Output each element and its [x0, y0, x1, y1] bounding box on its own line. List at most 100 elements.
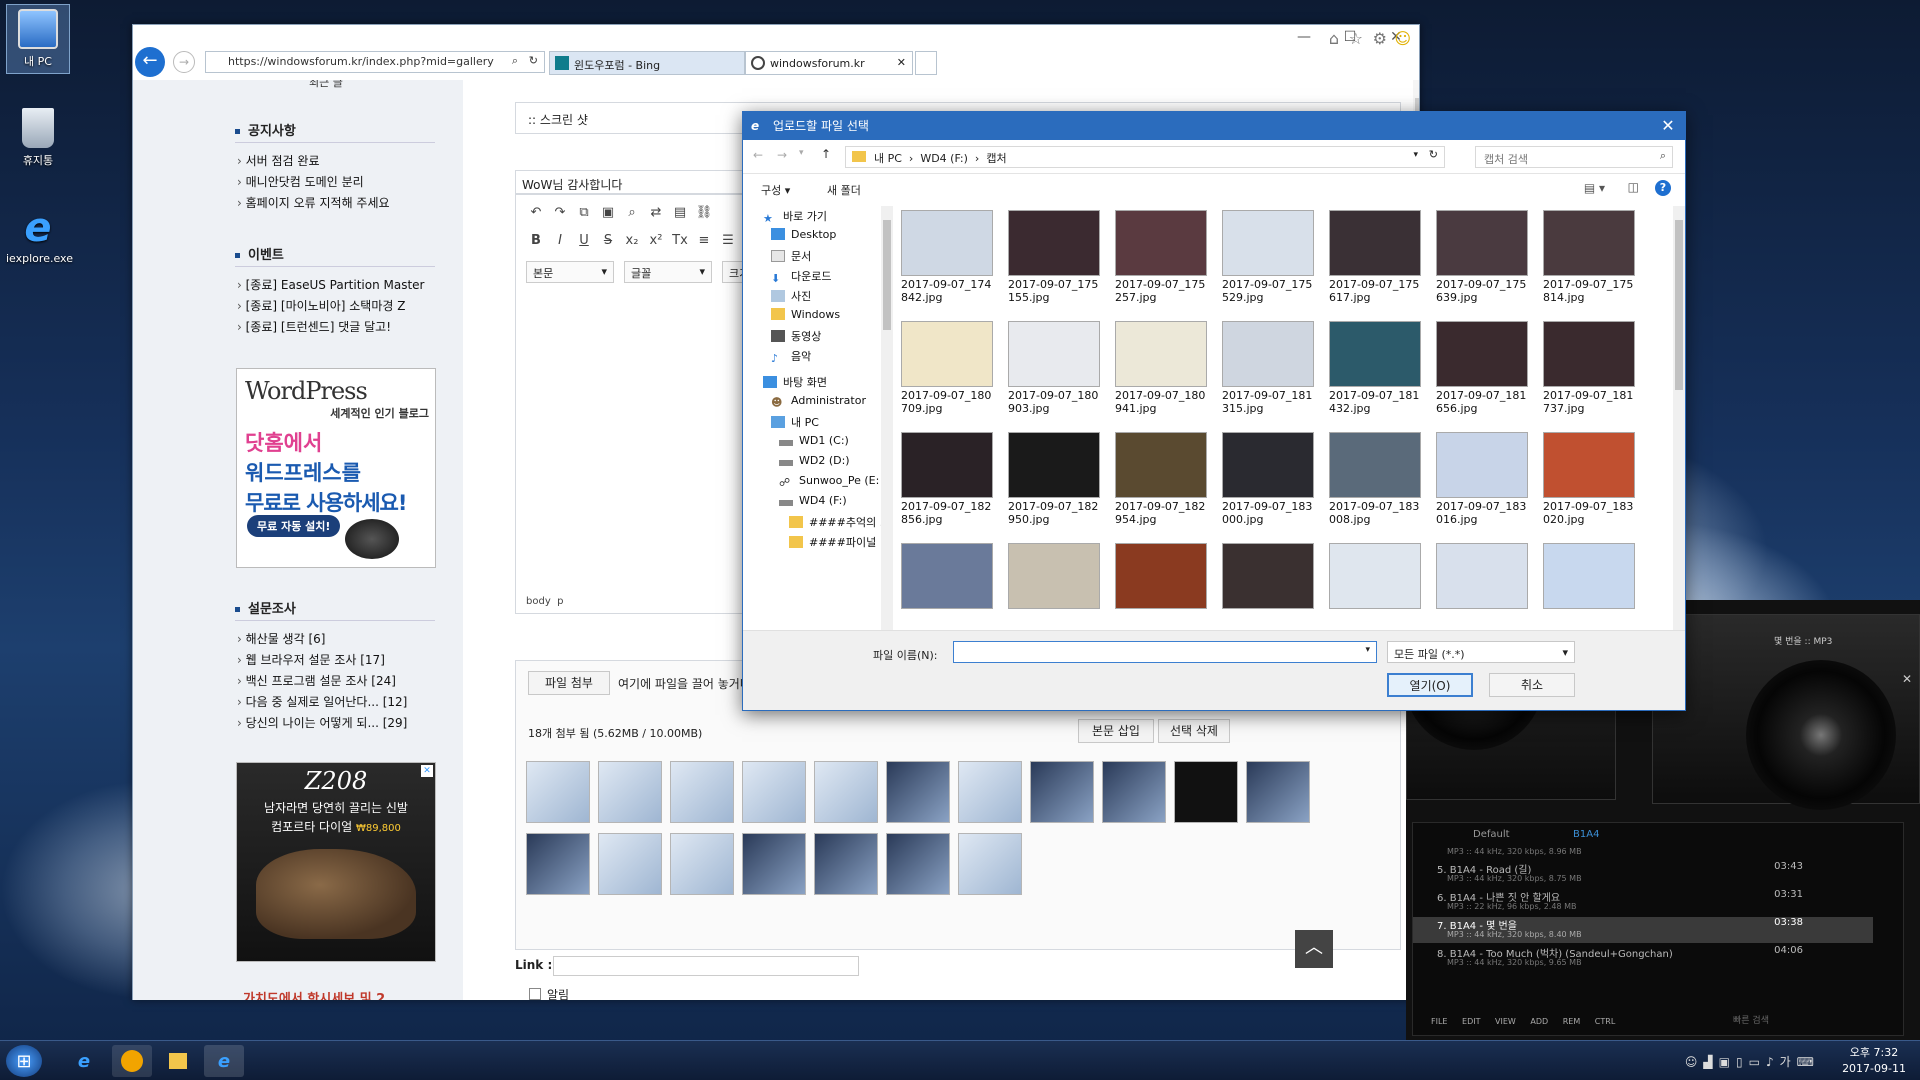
template-icon[interactable]: ▤: [670, 203, 690, 223]
favorites-icon[interactable]: ☆: [1349, 29, 1363, 48]
attachment-thumb[interactable]: [814, 761, 878, 823]
tree-scrollbar[interactable]: [881, 206, 893, 630]
taskbar-ie-pinned[interactable]: e: [64, 1045, 104, 1077]
organize-button[interactable]: 구성 ▾: [761, 182, 790, 198]
italic-icon[interactable]: I: [550, 231, 570, 251]
view-options-icon[interactable]: ▤ ▾: [1584, 181, 1605, 195]
file-item[interactable]: 2017-09-07_183 020.jpg: [1543, 432, 1643, 526]
poll-item[interactable]: 웹 브라우저 설문 조사 [17]: [237, 651, 385, 668]
insert-button[interactable]: 본문 삽입: [1078, 719, 1154, 743]
ad-close-icon[interactable]: ✕: [421, 765, 433, 777]
attachment-thumb[interactable]: [526, 761, 590, 823]
clipboard-icon[interactable]: ▭: [1749, 1055, 1766, 1069]
attachment-thumb[interactable]: [742, 761, 806, 823]
attachment-thumb[interactable]: [598, 761, 662, 823]
tab-bing[interactable]: 윈도우포럼 - Bing: [549, 51, 745, 75]
attachment-thumb[interactable]: [1246, 761, 1310, 823]
usb-icon[interactable]: ▯: [1736, 1055, 1749, 1069]
ordered-list-icon[interactable]: ≡: [694, 231, 714, 251]
attachment-thumb[interactable]: [526, 833, 590, 895]
attachment-thumb[interactable]: [598, 833, 662, 895]
delete-button[interactable]: 선택 삭제: [1158, 719, 1230, 743]
file-item[interactable]: 2017-09-07_180 903.jpg: [1008, 321, 1108, 415]
tree-item-folder[interactable]: ####파이널: [789, 534, 876, 550]
open-button[interactable]: 열기(O): [1387, 673, 1473, 697]
turntable-right[interactable]: [1746, 660, 1896, 810]
notice-item[interactable]: 매니안닷컴 도메인 분리: [237, 173, 364, 190]
tab-windowsforum[interactable]: windowsforum.kr ✕: [745, 51, 913, 75]
refresh-icon[interactable]: ↻: [529, 54, 538, 67]
attachment-thumb[interactable]: [958, 833, 1022, 895]
event-item[interactable]: [종료] [트런센드] 댓글 달고!: [237, 318, 391, 335]
cancel-button[interactable]: 취소: [1489, 673, 1575, 697]
undo-icon[interactable]: ↶: [526, 203, 546, 223]
tree-item-windows[interactable]: Windows: [771, 308, 840, 321]
ime-indicator[interactable]: 가: [1780, 1055, 1797, 1069]
tree-item-drive-e[interactable]: ☍ Sunwoo_Pe (E:: [779, 474, 879, 489]
attachment-thumb[interactable]: [886, 761, 950, 823]
taskbar-ie-active[interactable]: e: [204, 1045, 244, 1077]
wordpress-ad[interactable]: WordPress 세계적인 인기 블로그 닷홈에서 워드프레스를 무료로 사용…: [236, 368, 436, 568]
keyboard-icon[interactable]: ⌨: [1797, 1055, 1820, 1069]
refresh-icon[interactable]: ↻: [1429, 148, 1438, 161]
font-select[interactable]: 글꼴 ▾: [624, 261, 712, 283]
forward-icon[interactable]: →: [173, 51, 195, 73]
subscript-icon[interactable]: x₂: [622, 231, 642, 251]
gear-icon[interactable]: ⚙: [1373, 29, 1387, 48]
playlist-row[interactable]: 5. B1A4 - Road (길) 03:43 MP3 :: 44 kHz, …: [1413, 861, 1873, 887]
filename-input[interactable]: ▾: [953, 641, 1377, 663]
forward-icon[interactable]: →: [777, 148, 787, 162]
tray-icon[interactable]: ☺: [1685, 1055, 1704, 1069]
search-icon[interactable]: ⌕: [512, 54, 518, 68]
file-item[interactable]: 2017-09-07_183 016.jpg: [1436, 432, 1536, 526]
tree-item-documents[interactable]: 문서: [771, 248, 811, 264]
copy-icon[interactable]: ⧉: [574, 203, 594, 223]
link-icon[interactable]: ⛓: [694, 203, 714, 223]
alarm-checkbox[interactable]: [529, 988, 541, 1000]
paste-icon[interactable]: ▣: [598, 203, 618, 223]
filetype-select[interactable]: 모든 파일 (*.*) ▾: [1387, 641, 1575, 663]
start-button[interactable]: ⊞: [6, 1045, 42, 1077]
find-icon[interactable]: ⌕: [622, 203, 642, 223]
tree-item-music[interactable]: ♪ 음악: [771, 348, 811, 365]
player-close-icon[interactable]: ✕: [1902, 672, 1912, 686]
poll-item[interactable]: 당신의 나이는 어떻게 되... [29]: [237, 714, 408, 731]
ad-install-button[interactable]: 무료 자동 설치!: [247, 515, 341, 537]
file-item[interactable]: [1436, 543, 1528, 611]
menu-file[interactable]: FILE: [1431, 1017, 1447, 1026]
file-item[interactable]: 2017-09-07_180 709.jpg: [901, 321, 1001, 415]
file-item[interactable]: 2017-09-07_181 656.jpg: [1436, 321, 1536, 415]
notice-item[interactable]: 서버 점검 완료: [237, 152, 320, 169]
attachment-thumb[interactable]: [1102, 761, 1166, 823]
playlist-tab-default[interactable]: Default: [1473, 829, 1510, 840]
notice-item[interactable]: 홈페이지 오류 지적해 주세요: [237, 194, 390, 211]
tray-icon[interactable]: ▣: [1719, 1055, 1736, 1069]
redo-icon[interactable]: ↷: [550, 203, 570, 223]
playlist-row-active[interactable]: 7. B1A4 - 몇 번을 03:38 MP3 :: 44 kHz, 320 …: [1413, 917, 1873, 943]
file-item[interactable]: 2017-09-07_182 950.jpg: [1008, 432, 1108, 526]
file-item[interactable]: 2017-09-07_183 008.jpg: [1329, 432, 1429, 526]
file-item[interactable]: 2017-09-07_175 639.jpg: [1436, 210, 1536, 304]
attachment-thumb[interactable]: [1174, 761, 1238, 823]
tree-item-desktop-root[interactable]: 바탕 화면: [763, 374, 827, 390]
superscript-icon[interactable]: x²: [646, 231, 666, 251]
file-item[interactable]: 2017-09-07_182 856.jpg: [901, 432, 1001, 526]
attachment-thumb[interactable]: [958, 761, 1022, 823]
file-item[interactable]: 2017-09-07_181 315.jpg: [1222, 321, 1322, 415]
tree-item-drive-d[interactable]: WD2 (D:): [779, 454, 850, 467]
home-icon[interactable]: ⌂: [1329, 29, 1339, 48]
file-item[interactable]: 2017-09-07_175 814.jpg: [1543, 210, 1643, 304]
dialog-search-input[interactable]: 캡처 검색 ⌕: [1475, 146, 1673, 168]
minimize-button[interactable]: —: [1281, 25, 1327, 49]
menu-view[interactable]: VIEW: [1495, 1017, 1516, 1026]
path-segment[interactable]: WD4 (F:): [920, 152, 968, 165]
file-item[interactable]: [1115, 543, 1207, 611]
event-item[interactable]: [종료] [마이노비아] 소택마경 Z: [237, 297, 406, 314]
tree-item-administrator[interactable]: ☻ Administrator: [771, 394, 866, 409]
path-segment[interactable]: 캡처: [986, 152, 1006, 165]
path-segment[interactable]: 내 PC: [874, 152, 902, 165]
attachment-thumb[interactable]: [670, 761, 734, 823]
playlist-row[interactable]: 8. B1A4 - Too Much (벅차) (Sandeul+Gongcha…: [1413, 945, 1873, 971]
poll-item[interactable]: 백신 프로그램 설문 조사 [24]: [237, 672, 396, 689]
file-item[interactable]: 2017-09-07_175 529.jpg: [1222, 210, 1322, 304]
